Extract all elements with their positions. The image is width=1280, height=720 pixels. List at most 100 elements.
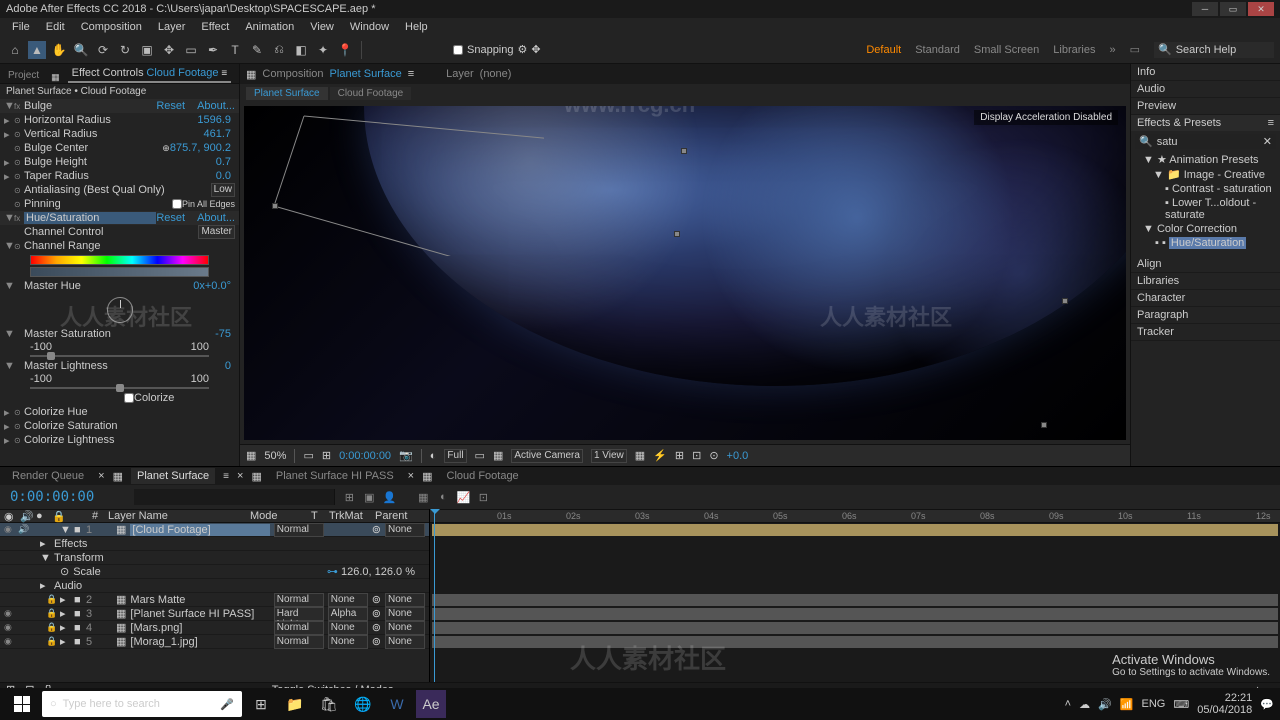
eraser-tool-icon[interactable]: ◧	[292, 41, 310, 59]
grid-icon[interactable]: ⊞	[322, 449, 331, 462]
menu-window[interactable]: Window	[342, 19, 397, 35]
volume-icon[interactable]: 🔊	[1098, 698, 1112, 711]
timeline-tracks[interactable]: 01s 02s 03s 04s 05s 06s 07s 08s 09s 10s …	[430, 509, 1280, 682]
menu-layer[interactable]: Layer	[150, 19, 194, 35]
resolution-icon[interactable]: ▭	[303, 449, 313, 462]
exposure-value[interactable]: +0.0	[727, 450, 749, 462]
saturation-slider[interactable]	[30, 355, 209, 357]
subtab-cloud-footage[interactable]: Cloud Footage	[330, 87, 412, 100]
hue-dial[interactable]	[107, 297, 133, 323]
effect-controls-tab[interactable]: Effect Controls Cloud Footage ≡	[68, 65, 232, 83]
fx-hue-header[interactable]: ▼fx Hue/Saturation Reset About...	[0, 211, 239, 225]
taskbar-search-input[interactable]: ○ Type here to search 🎤	[42, 691, 242, 717]
lightness-slider[interactable]	[30, 387, 209, 389]
pan-behind-tool-icon[interactable]: ✥	[160, 41, 178, 59]
clock[interactable]: 22:21 05/04/2018	[1197, 692, 1252, 716]
selection-tool-icon[interactable]: ▲	[28, 41, 46, 59]
graph-editor-icon[interactable]: 📈	[455, 489, 471, 505]
panel-menu-icon[interactable]: ≡	[1268, 117, 1274, 129]
timecode-display[interactable]: 0:00:00:00	[339, 450, 391, 462]
timeline-tab-hi-pass[interactable]: Planet Surface HI PASS	[270, 468, 400, 484]
clone-tool-icon[interactable]: ⎌	[270, 41, 288, 59]
fx-bulge-pinning[interactable]: ⊙PinningPin All Edges	[0, 197, 239, 211]
audio-panel-header[interactable]: Audio	[1131, 81, 1280, 98]
roto-tool-icon[interactable]: ✦	[314, 41, 332, 59]
hand-tool-icon[interactable]: ✋	[50, 41, 68, 59]
camera-dropdown[interactable]: Active Camera	[511, 449, 583, 463]
sat-gradient-bar[interactable]	[30, 267, 209, 277]
align-panel-header[interactable]: Align	[1131, 256, 1280, 273]
chrome-icon[interactable]: 🌐	[348, 690, 378, 718]
layer-row-4[interactable]: ◉🔒 ▸■4 ▦ [Mars.png] Normal None ⊚None	[0, 621, 429, 635]
viewer-lock-icon[interactable]: ▦	[246, 68, 256, 81]
layer-row-3[interactable]: ◉🔒 ▸■3 ▦ [Planet Surface HI PASS] Hard L…	[0, 607, 429, 621]
current-time-display[interactable]: 0:00:00:00	[0, 489, 104, 505]
minimize-button[interactable]: ─	[1192, 2, 1218, 16]
shy-icon[interactable]: 👤	[381, 489, 397, 505]
menu-effect[interactable]: Effect	[193, 19, 237, 35]
layer-row-5[interactable]: ◉🔒 ▸■5 ▦ [Morag_1.jpg] Normal None ⊚None	[0, 635, 429, 649]
preview-panel-header[interactable]: Preview	[1131, 98, 1280, 115]
libraries-panel-header[interactable]: Libraries	[1131, 273, 1280, 290]
workspace-small-screen[interactable]: Small Screen	[974, 44, 1039, 56]
menu-edit[interactable]: Edit	[38, 19, 73, 35]
anchor-point-icon[interactable]	[674, 231, 680, 237]
transform-handle[interactable]	[1041, 422, 1047, 428]
tree-color-correction[interactable]: ▼ Color Correction	[1135, 222, 1276, 236]
magnification-icon[interactable]: ▦	[246, 449, 256, 462]
mic-icon[interactable]: 🎤	[220, 698, 234, 711]
time-ruler[interactable]: 01s 02s 03s 04s 05s 06s 07s 08s 09s 10s …	[430, 509, 1280, 523]
wifi-icon[interactable]: 📶	[1120, 698, 1134, 711]
file-explorer-icon[interactable]: 📁	[280, 690, 310, 718]
transform-handle[interactable]	[272, 203, 278, 209]
tracker-panel-header[interactable]: Tracker	[1131, 324, 1280, 341]
render-queue-tab[interactable]: Render Queue	[6, 468, 90, 484]
layer-bar-3[interactable]	[432, 608, 1278, 620]
fx-bulge-horiz-radius[interactable]: ▸⊙Horizontal Radius1596.9	[0, 113, 239, 127]
fx-bulge-header[interactable]: ▼fx Bulge Reset About...	[0, 99, 239, 113]
timeline-tab-cloud-footage[interactable]: Cloud Footage	[441, 468, 525, 484]
close-button[interactable]: ✕	[1248, 2, 1274, 16]
composition-name[interactable]: Planet Surface	[330, 68, 402, 80]
keyboard-icon[interactable]: ⌨	[1173, 698, 1189, 711]
subtab-planet-surface[interactable]: Planet Surface	[246, 87, 328, 100]
menu-composition[interactable]: Composition	[73, 19, 150, 35]
task-view-icon[interactable]: ⊞	[246, 690, 276, 718]
menu-animation[interactable]: Animation	[237, 19, 302, 35]
hue-gradient-bar[interactable]	[30, 255, 209, 265]
rotate-tool-icon[interactable]: ↻	[116, 41, 134, 59]
pixel-aspect-icon[interactable]: ▦	[635, 449, 645, 462]
zoom-tool-icon[interactable]: 🔍	[72, 41, 90, 59]
search-help-input[interactable]: 🔍 Search Help	[1154, 42, 1274, 58]
fx-hue-channel-control[interactable]: Channel ControlMaster	[0, 225, 239, 239]
zoom-dropdown[interactable]: 50%	[264, 450, 286, 462]
paragraph-panel-header[interactable]: Paragraph	[1131, 307, 1280, 324]
project-tab[interactable]: Project	[4, 68, 43, 83]
workspace-overflow-icon[interactable]: »	[1109, 44, 1115, 56]
layer-audio-group[interactable]: ▸Audio	[0, 579, 429, 593]
effects-presets-header[interactable]: Effects & Presets≡	[1131, 115, 1280, 131]
timeline-search-input[interactable]	[134, 489, 334, 505]
comp-mini-flowchart-icon[interactable]: ⊞	[341, 489, 357, 505]
camera-tool-icon[interactable]: ▣	[138, 41, 156, 59]
fx-bulge-antialias[interactable]: ⊙Antialiasing (Best Qual Only)Low	[0, 183, 239, 197]
resolution-dropdown[interactable]: Full	[444, 449, 466, 463]
info-panel-header[interactable]: Info	[1131, 64, 1280, 81]
snapping-checkbox[interactable]	[453, 45, 463, 55]
view-layout-dropdown[interactable]: 1 View	[591, 449, 627, 463]
panel-icon[interactable]: ▦	[51, 72, 60, 83]
tree-contrast-saturation[interactable]: ▪ Contrast - saturation	[1135, 182, 1276, 196]
layer-row-1[interactable]: ◉🔊 ▼■1 ▦ [Cloud Footage] Normal ⊚None	[0, 523, 429, 537]
fx-colorize-checkbox[interactable]: Colorize	[0, 391, 239, 405]
workspace-reset-icon[interactable]: ▭	[1130, 43, 1140, 56]
channel-icon[interactable]: ◐	[430, 450, 437, 462]
fx-master-lightness[interactable]: ▼Master Lightness0	[0, 359, 239, 373]
exposure-reset-icon[interactable]: ⊙	[709, 449, 718, 462]
transparency-grid-icon[interactable]: ▦	[493, 449, 503, 462]
playhead[interactable]	[434, 509, 435, 682]
workspace-libraries[interactable]: Libraries	[1053, 44, 1095, 56]
tree-image-creative[interactable]: ▼ 📁 Image - Creative	[1135, 167, 1276, 182]
tree-lower-third[interactable]: ▪ Lower T...oldout - saturate	[1135, 196, 1276, 222]
fx-bulge-height[interactable]: ▸⊙Bulge Height0.7	[0, 155, 239, 169]
frame-blend-icon[interactable]: ▦	[415, 489, 431, 505]
